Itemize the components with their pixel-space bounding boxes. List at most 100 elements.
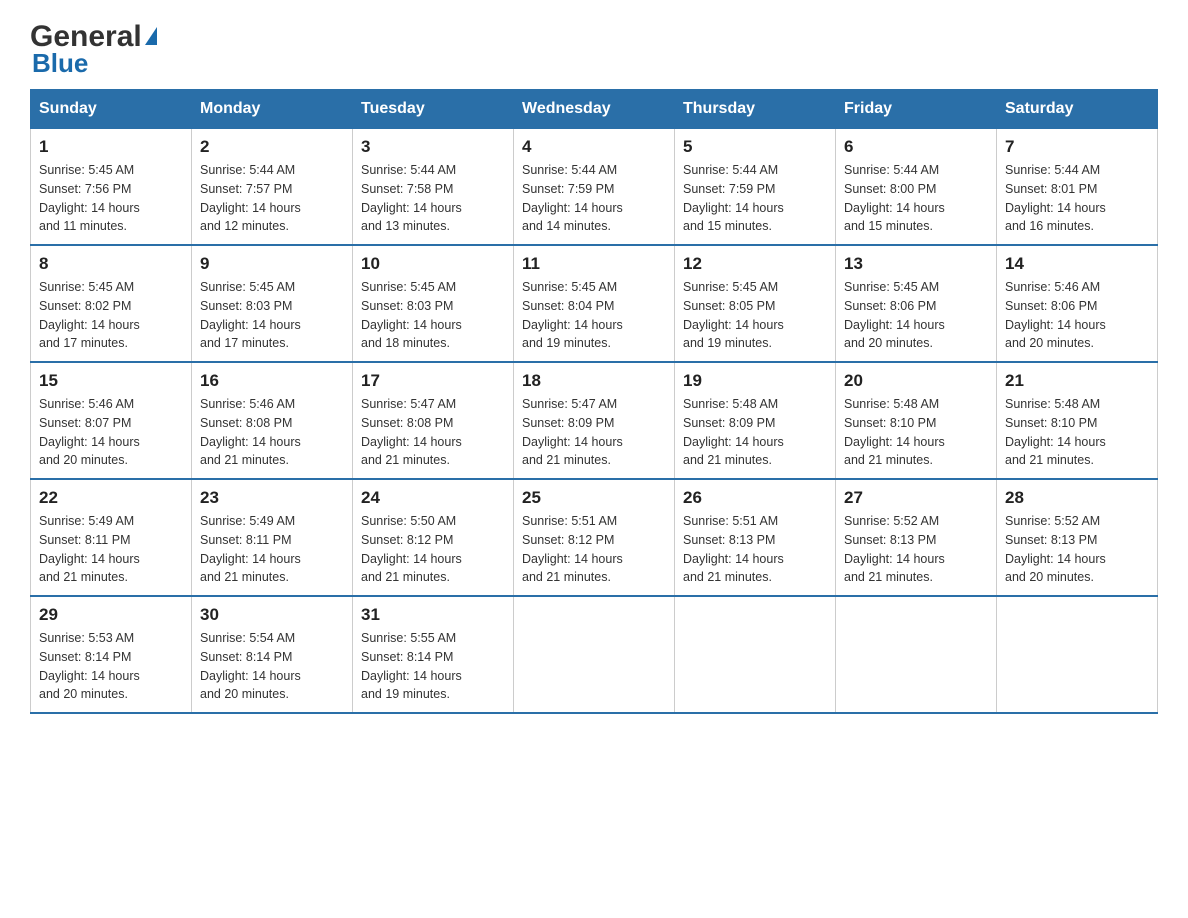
day-number: 16 xyxy=(200,371,344,391)
day-info: Sunrise: 5:44 AM Sunset: 7:57 PM Dayligh… xyxy=(200,161,344,236)
day-info: Sunrise: 5:49 AM Sunset: 8:11 PM Dayligh… xyxy=(39,512,183,587)
day-number: 18 xyxy=(522,371,666,391)
day-number: 31 xyxy=(361,605,505,625)
calendar-cell: 1 Sunrise: 5:45 AM Sunset: 7:56 PM Dayli… xyxy=(31,129,192,246)
calendar-cell: 4 Sunrise: 5:44 AM Sunset: 7:59 PM Dayli… xyxy=(514,129,675,246)
calendar-cell: 6 Sunrise: 5:44 AM Sunset: 8:00 PM Dayli… xyxy=(836,129,997,246)
calendar-cell: 16 Sunrise: 5:46 AM Sunset: 8:08 PM Dayl… xyxy=(192,362,353,479)
weekday-header-friday: Friday xyxy=(836,90,997,129)
day-info: Sunrise: 5:45 AM Sunset: 8:05 PM Dayligh… xyxy=(683,278,827,353)
calendar-week-row: 15 Sunrise: 5:46 AM Sunset: 8:07 PM Dayl… xyxy=(31,362,1158,479)
day-info: Sunrise: 5:44 AM Sunset: 8:01 PM Dayligh… xyxy=(1005,161,1149,236)
day-number: 25 xyxy=(522,488,666,508)
day-info: Sunrise: 5:48 AM Sunset: 8:10 PM Dayligh… xyxy=(1005,395,1149,470)
calendar-cell: 20 Sunrise: 5:48 AM Sunset: 8:10 PM Dayl… xyxy=(836,362,997,479)
calendar-cell: 12 Sunrise: 5:45 AM Sunset: 8:05 PM Dayl… xyxy=(675,245,836,362)
day-number: 10 xyxy=(361,254,505,274)
day-info: Sunrise: 5:47 AM Sunset: 8:08 PM Dayligh… xyxy=(361,395,505,470)
day-info: Sunrise: 5:53 AM Sunset: 8:14 PM Dayligh… xyxy=(39,629,183,704)
day-info: Sunrise: 5:52 AM Sunset: 8:13 PM Dayligh… xyxy=(1005,512,1149,587)
day-number: 1 xyxy=(39,137,183,157)
weekday-header-sunday: Sunday xyxy=(31,90,192,129)
day-number: 15 xyxy=(39,371,183,391)
calendar-cell: 7 Sunrise: 5:44 AM Sunset: 8:01 PM Dayli… xyxy=(997,129,1158,246)
day-info: Sunrise: 5:44 AM Sunset: 7:58 PM Dayligh… xyxy=(361,161,505,236)
day-info: Sunrise: 5:45 AM Sunset: 8:02 PM Dayligh… xyxy=(39,278,183,353)
day-info: Sunrise: 5:45 AM Sunset: 8:04 PM Dayligh… xyxy=(522,278,666,353)
day-info: Sunrise: 5:54 AM Sunset: 8:14 PM Dayligh… xyxy=(200,629,344,704)
day-number: 29 xyxy=(39,605,183,625)
calendar-cell: 19 Sunrise: 5:48 AM Sunset: 8:09 PM Dayl… xyxy=(675,362,836,479)
calendar-cell: 26 Sunrise: 5:51 AM Sunset: 8:13 PM Dayl… xyxy=(675,479,836,596)
day-number: 12 xyxy=(683,254,827,274)
calendar-cell: 3 Sunrise: 5:44 AM Sunset: 7:58 PM Dayli… xyxy=(353,129,514,246)
calendar-cell xyxy=(836,596,997,713)
day-info: Sunrise: 5:48 AM Sunset: 8:09 PM Dayligh… xyxy=(683,395,827,470)
calendar-week-row: 1 Sunrise: 5:45 AM Sunset: 7:56 PM Dayli… xyxy=(31,129,1158,246)
day-info: Sunrise: 5:49 AM Sunset: 8:11 PM Dayligh… xyxy=(200,512,344,587)
calendar-week-row: 29 Sunrise: 5:53 AM Sunset: 8:14 PM Dayl… xyxy=(31,596,1158,713)
day-info: Sunrise: 5:51 AM Sunset: 8:13 PM Dayligh… xyxy=(683,512,827,587)
calendar-cell: 9 Sunrise: 5:45 AM Sunset: 8:03 PM Dayli… xyxy=(192,245,353,362)
calendar-cell: 14 Sunrise: 5:46 AM Sunset: 8:06 PM Dayl… xyxy=(997,245,1158,362)
day-number: 11 xyxy=(522,254,666,274)
calendar-table: SundayMondayTuesdayWednesdayThursdayFrid… xyxy=(30,89,1158,714)
calendar-cell: 24 Sunrise: 5:50 AM Sunset: 8:12 PM Dayl… xyxy=(353,479,514,596)
calendar-header-row: SundayMondayTuesdayWednesdayThursdayFrid… xyxy=(31,90,1158,129)
calendar-cell: 28 Sunrise: 5:52 AM Sunset: 8:13 PM Dayl… xyxy=(997,479,1158,596)
day-info: Sunrise: 5:44 AM Sunset: 8:00 PM Dayligh… xyxy=(844,161,988,236)
day-number: 7 xyxy=(1005,137,1149,157)
calendar-cell xyxy=(675,596,836,713)
weekday-header-tuesday: Tuesday xyxy=(353,90,514,129)
calendar-cell: 25 Sunrise: 5:51 AM Sunset: 8:12 PM Dayl… xyxy=(514,479,675,596)
day-number: 4 xyxy=(522,137,666,157)
calendar-cell: 31 Sunrise: 5:55 AM Sunset: 8:14 PM Dayl… xyxy=(353,596,514,713)
day-number: 21 xyxy=(1005,371,1149,391)
calendar-week-row: 22 Sunrise: 5:49 AM Sunset: 8:11 PM Dayl… xyxy=(31,479,1158,596)
day-info: Sunrise: 5:45 AM Sunset: 8:03 PM Dayligh… xyxy=(200,278,344,353)
calendar-cell xyxy=(514,596,675,713)
day-info: Sunrise: 5:45 AM Sunset: 8:03 PM Dayligh… xyxy=(361,278,505,353)
day-info: Sunrise: 5:51 AM Sunset: 8:12 PM Dayligh… xyxy=(522,512,666,587)
day-number: 30 xyxy=(200,605,344,625)
calendar-cell xyxy=(997,596,1158,713)
day-number: 26 xyxy=(683,488,827,508)
day-number: 23 xyxy=(200,488,344,508)
day-number: 22 xyxy=(39,488,183,508)
day-info: Sunrise: 5:44 AM Sunset: 7:59 PM Dayligh… xyxy=(683,161,827,236)
day-info: Sunrise: 5:46 AM Sunset: 8:06 PM Dayligh… xyxy=(1005,278,1149,353)
day-info: Sunrise: 5:44 AM Sunset: 7:59 PM Dayligh… xyxy=(522,161,666,236)
calendar-cell: 13 Sunrise: 5:45 AM Sunset: 8:06 PM Dayl… xyxy=(836,245,997,362)
calendar-cell: 5 Sunrise: 5:44 AM Sunset: 7:59 PM Dayli… xyxy=(675,129,836,246)
day-number: 2 xyxy=(200,137,344,157)
calendar-cell: 22 Sunrise: 5:49 AM Sunset: 8:11 PM Dayl… xyxy=(31,479,192,596)
day-number: 19 xyxy=(683,371,827,391)
logo: General Blue xyxy=(30,20,157,79)
weekday-header-monday: Monday xyxy=(192,90,353,129)
day-number: 8 xyxy=(39,254,183,274)
weekday-header-saturday: Saturday xyxy=(997,90,1158,129)
day-info: Sunrise: 5:45 AM Sunset: 8:06 PM Dayligh… xyxy=(844,278,988,353)
calendar-cell: 29 Sunrise: 5:53 AM Sunset: 8:14 PM Dayl… xyxy=(31,596,192,713)
day-number: 17 xyxy=(361,371,505,391)
logo-blue-text: Blue xyxy=(32,48,88,79)
day-number: 24 xyxy=(361,488,505,508)
calendar-cell: 15 Sunrise: 5:46 AM Sunset: 8:07 PM Dayl… xyxy=(31,362,192,479)
calendar-cell: 18 Sunrise: 5:47 AM Sunset: 8:09 PM Dayl… xyxy=(514,362,675,479)
page-header: General Blue xyxy=(30,20,1158,79)
calendar-cell: 10 Sunrise: 5:45 AM Sunset: 8:03 PM Dayl… xyxy=(353,245,514,362)
weekday-header-wednesday: Wednesday xyxy=(514,90,675,129)
day-info: Sunrise: 5:55 AM Sunset: 8:14 PM Dayligh… xyxy=(361,629,505,704)
day-number: 28 xyxy=(1005,488,1149,508)
day-info: Sunrise: 5:48 AM Sunset: 8:10 PM Dayligh… xyxy=(844,395,988,470)
calendar-cell: 23 Sunrise: 5:49 AM Sunset: 8:11 PM Dayl… xyxy=(192,479,353,596)
day-number: 9 xyxy=(200,254,344,274)
day-number: 5 xyxy=(683,137,827,157)
calendar-cell: 21 Sunrise: 5:48 AM Sunset: 8:10 PM Dayl… xyxy=(997,362,1158,479)
calendar-cell: 8 Sunrise: 5:45 AM Sunset: 8:02 PM Dayli… xyxy=(31,245,192,362)
day-number: 27 xyxy=(844,488,988,508)
day-info: Sunrise: 5:46 AM Sunset: 8:07 PM Dayligh… xyxy=(39,395,183,470)
calendar-cell: 11 Sunrise: 5:45 AM Sunset: 8:04 PM Dayl… xyxy=(514,245,675,362)
day-info: Sunrise: 5:52 AM Sunset: 8:13 PM Dayligh… xyxy=(844,512,988,587)
day-info: Sunrise: 5:45 AM Sunset: 7:56 PM Dayligh… xyxy=(39,161,183,236)
